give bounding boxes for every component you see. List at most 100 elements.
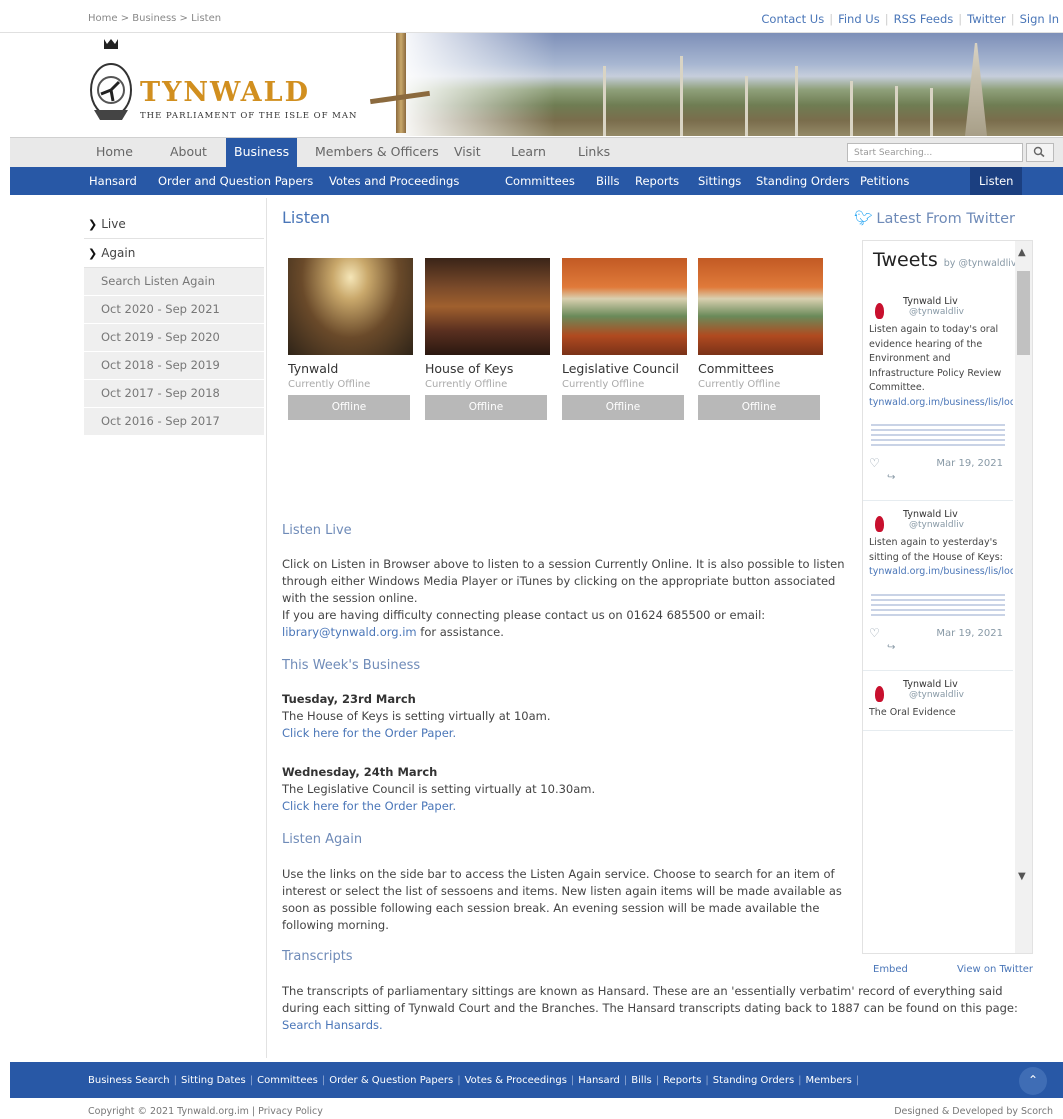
scroll-down-icon[interactable]: ▼ <box>1018 871 1026 882</box>
sidebar-item-oct-2020[interactable]: Oct 2020 - Sep 2021 <box>84 296 264 324</box>
share-icon[interactable]: ↪ <box>887 472 895 483</box>
offline-button[interactable]: Offline <box>698 395 820 420</box>
chamber-tile: Committees Currently Offline Offline <box>698 258 823 420</box>
subnav-standing-orders[interactable]: Standing Orders <box>756 167 850 195</box>
subnav-listen[interactable]: Listen <box>970 167 1023 195</box>
twitter-timeline[interactable]: Tweets by @tynwaldlive Tynwald Liv @tynw… <box>862 240 1033 954</box>
nav-about[interactable]: About <box>162 138 215 167</box>
business-day: Tuesday, 23rd March The House of Keys is… <box>282 692 551 740</box>
find-us-link[interactable]: Find Us <box>838 12 880 26</box>
avatar[interactable] <box>875 516 884 532</box>
share-icon[interactable]: ↪ <box>887 642 895 653</box>
sidebar-item-oct-2016[interactable]: Oct 2016 - Sep 2017 <box>84 408 264 436</box>
utility-links: Contact Us | Find Us | RSS Feeds | Twitter |… <box>761 12 1059 26</box>
tweet-text: The Oral Evidence <box>869 706 956 718</box>
scroll-up-icon[interactable]: ▲ <box>1018 247 1026 258</box>
subnav-sittings[interactable]: Sittings <box>698 167 741 195</box>
copyright-text[interactable]: Copyright © 2021 Tynwald.org.im | Privac… <box>88 1106 323 1117</box>
top-bar: Home > Business > Listen Contact Us | Fin… <box>0 0 1063 33</box>
tweet[interactable]: Tynwald Liv @tynwaldliv Listen again to … <box>863 288 1013 501</box>
footer-votes-proceedings[interactable]: Votes & Proceedings <box>465 1075 567 1086</box>
twitter-link[interactable]: Twitter <box>967 12 1006 26</box>
sidebar-item-oct-2019[interactable]: Oct 2019 - Sep 2020 <box>84 324 264 352</box>
footer-bills[interactable]: Bills <box>631 1075 651 1086</box>
sidebar-item-search-listen-again[interactable]: Search Listen Again <box>84 268 264 296</box>
tweet-image[interactable] <box>871 424 1005 448</box>
nav-business[interactable]: Business <box>226 138 298 167</box>
tweet-handle: @tynwaldliv <box>909 307 964 317</box>
footer-reports[interactable]: Reports <box>663 1075 701 1086</box>
subnav-hansard[interactable]: Hansard <box>89 167 137 195</box>
offline-button[interactable]: Offline <box>562 395 684 420</box>
avatar[interactable] <box>875 303 884 319</box>
search-button[interactable] <box>1026 143 1054 162</box>
tynwald-crest-icon[interactable] <box>86 35 136 123</box>
avatar[interactable] <box>875 685 884 702</box>
footer-members[interactable]: Members <box>806 1075 852 1086</box>
house-of-keys-image[interactable] <box>425 258 550 355</box>
tweet[interactable]: Tynwald Liv @tynwaldliv The Oral Evidenc… <box>863 671 1013 731</box>
library-email-link[interactable]: library@tynwald.org.im <box>282 625 417 639</box>
heart-icon[interactable]: ♡ <box>869 456 880 470</box>
embed-link[interactable]: Embed <box>873 964 908 975</box>
tweet-author[interactable]: Tynwald Liv <box>903 509 1007 520</box>
chamber-status: Currently Offline <box>425 379 508 390</box>
footer-business-search[interactable]: Business Search <box>88 1075 170 1086</box>
footer-standing-orders[interactable]: Standing Orders <box>713 1075 794 1086</box>
subnav-order-question-papers[interactable]: Order and Question Papers <box>158 167 313 195</box>
nav-links[interactable]: Links <box>570 138 618 167</box>
designed-by-text[interactable]: Designed & Developed by Scorch <box>894 1106 1053 1117</box>
scrollbar-thumb[interactable] <box>1017 271 1030 355</box>
tweet-date[interactable]: Mar 19, 2021 <box>936 458 1003 469</box>
offline-button[interactable]: Offline <box>288 395 410 420</box>
nav-visit[interactable]: Visit <box>446 138 489 167</box>
tweet-handle: @tynwaldliv <box>909 689 964 700</box>
footer-committees[interactable]: Committees <box>257 1075 318 1086</box>
sidebar-item-live[interactable]: ❯ Live <box>84 210 264 239</box>
tynwald-chamber-image[interactable] <box>288 258 413 355</box>
sign-in-link[interactable]: Sign In <box>1020 12 1059 26</box>
tweet-author[interactable]: Tynwald Liv <box>903 296 1007 307</box>
subnav-bills[interactable]: Bills <box>596 167 619 195</box>
order-paper-link[interactable]: Click here for the Order Paper. <box>282 726 456 740</box>
order-paper-link[interactable]: Click here for the Order Paper. <box>282 799 456 813</box>
chamber-name[interactable]: House of Keys <box>425 361 550 376</box>
search-input[interactable]: Start Searching... <box>847 143 1023 162</box>
sidebar-item-oct-2017[interactable]: Oct 2017 - Sep 2018 <box>84 380 264 408</box>
breadcrumb[interactable]: Home > Business > Listen <box>88 13 221 24</box>
tweet-text: Listen again to yesterday's sitting of t… <box>869 536 1013 580</box>
chamber-name[interactable]: Legislative Council <box>562 361 687 376</box>
logo-title[interactable]: TYNWALD <box>140 77 310 108</box>
subnav-reports[interactable]: Reports <box>635 167 679 195</box>
tweet-author[interactable]: Tynwald Liv <box>903 679 1007 690</box>
subnav-votes-proceedings[interactable]: Votes and Proceedings <box>329 167 459 195</box>
chamber-name[interactable]: Committees <box>698 361 823 376</box>
contact-us-link[interactable]: Contact Us <box>761 12 824 26</box>
nav-home[interactable]: Home <box>88 138 141 167</box>
tweet-link[interactable]: tynwald.org.im/business/lis/lode... <box>869 566 1013 577</box>
rss-feeds-link[interactable]: RSS Feeds <box>894 12 954 26</box>
sidebar-item-oct-2018[interactable]: Oct 2018 - Sep 2019 <box>84 352 264 380</box>
back-to-top-button[interactable]: ⌃ <box>1019 1067 1047 1095</box>
heart-icon[interactable]: ♡ <box>869 626 880 640</box>
search-hansards-link[interactable]: Search Hansards. <box>282 1018 383 1032</box>
tweet-image[interactable] <box>871 593 1005 618</box>
tweet-link[interactable]: tynwald.org.im/business/lis/lode... <box>869 397 1013 408</box>
nav-learn[interactable]: Learn <box>503 138 554 167</box>
footer-order-question-papers[interactable]: Order & Question Papers <box>329 1075 453 1086</box>
tweet[interactable]: Tynwald Liv @tynwaldliv Listen again to … <box>863 501 1013 671</box>
nav-members-officers[interactable]: Members & Officers <box>307 138 447 167</box>
committees-image[interactable] <box>698 258 823 355</box>
legislative-council-image[interactable] <box>562 258 687 355</box>
twitter-panel: 🐦︎ Latest From Twitter Tweets by @tynwald… <box>847 198 1033 998</box>
offline-button[interactable]: Offline <box>425 395 547 420</box>
chamber-name[interactable]: Tynwald <box>288 361 413 376</box>
view-on-twitter-link[interactable]: View on Twitter <box>957 964 1033 975</box>
subnav-committees[interactable]: Committees <box>505 167 575 195</box>
subnav-petitions[interactable]: Petitions <box>860 167 909 195</box>
sidebar-item-again[interactable]: ❯ Again <box>84 239 264 268</box>
footer-sitting-dates[interactable]: Sitting Dates <box>181 1075 246 1086</box>
tweets-title: Tweets by @tynwaldlive <box>873 249 1023 271</box>
footer-hansard[interactable]: Hansard <box>578 1075 620 1086</box>
tweet-date[interactable]: Mar 19, 2021 <box>936 628 1003 639</box>
